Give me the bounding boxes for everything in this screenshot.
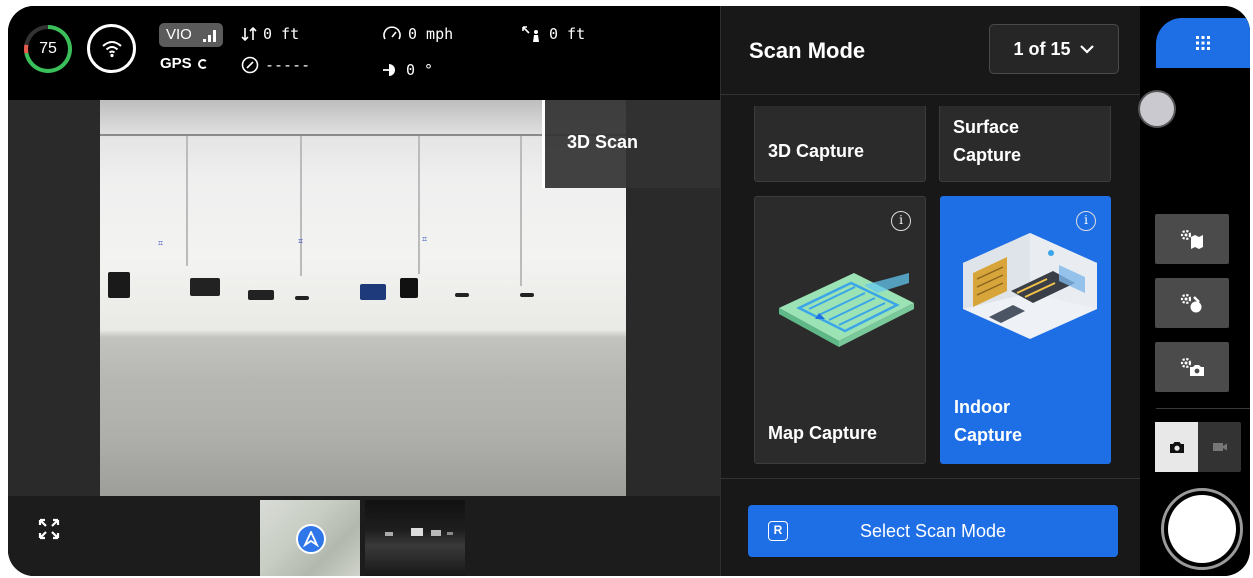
scan-card-3d-capture[interactable]: 3D Capture [754,106,926,182]
rail-divider [1156,408,1250,409]
photo-mode-button[interactable] [1155,422,1198,472]
heading-telemetry: ----- [241,56,310,74]
fiducial-marker: ⌗ [158,238,164,248]
gear-camera-icon [1180,357,1204,376]
control-rail [1140,6,1250,576]
camera-view-area: 75 VIO GPS 0 ft ----- 0 mph 0 ° 0 ft ⌗ ⌗… [8,6,720,576]
card-label: 3D Capture [768,141,865,161]
shutter-button[interactable] [1161,488,1243,570]
chevron-down-icon [1079,45,1094,54]
hanging-cable [418,136,420,274]
camera-icon [1169,442,1184,453]
gps-status: GPS [160,55,208,72]
scan-card-indoor-capture[interactable]: i Indoor Capture [940,196,1111,464]
speed-value: 0 mph [408,25,454,43]
drone-dock [360,284,386,300]
apps-menu-button[interactable] [1156,18,1250,68]
card-label: Map Capture [768,423,878,443]
location-arrow-icon [296,524,326,554]
vio-status-badge: VIO [159,23,223,47]
video-camera-icon [1212,443,1227,451]
gimbal-telemetry: 0 ° [382,61,433,79]
small-drone [520,293,534,297]
capture-mode-toggle[interactable] [1155,422,1241,472]
equipment-case [190,278,220,296]
hanging-cable [186,136,188,266]
video-mode-button[interactable] [1198,422,1241,472]
indoor-capture-illustration [962,233,1098,339]
page-selector-dropdown[interactable]: 1 of 15 [989,24,1119,74]
card-label: Surface Capture [953,113,1021,169]
up-down-arrows-icon [241,26,257,42]
scan-mode-panel: Scan Mode 1 of 15 3D Capture Surface Cap… [720,6,1141,576]
grid-icon [1196,36,1210,50]
card-label-line: Capture [953,145,1022,165]
fiducial-marker: ⌗ [422,234,428,244]
select-scan-mode-button[interactable]: R Select Scan Mode [748,505,1118,557]
gps-loading-icon [197,58,208,69]
card-label-line: Capture [954,425,1023,445]
secondary-camera-thumbnail[interactable] [365,500,465,576]
obstacle-settings-button[interactable] [1155,278,1229,328]
speedometer-icon [383,26,401,40]
slider-knob[interactable] [1140,92,1174,126]
heading-value: ----- [265,56,311,74]
fiducial-marker: ⌗ [298,236,304,246]
distance-telemetry: 0 ft [521,25,585,43]
equipment-box [400,278,418,298]
page-indicator: 1 of 15 [1013,38,1071,59]
info-icon[interactable]: i [1076,211,1096,231]
scan-card-map-capture[interactable]: i Map Capture [754,196,926,464]
card-label: Indoor Capture [954,393,1022,449]
gear-map-icon [1180,229,1203,249]
signal-bars-icon [203,30,216,42]
wifi-icon [101,40,122,57]
small-drone [295,296,309,300]
hanging-cable [300,136,302,276]
vio-label: VIO [166,26,192,43]
scan-mode-overlay-label: 3D Scan [542,100,720,188]
gimbal-value: 0 ° [406,61,434,79]
speed-telemetry: 0 mph [382,25,453,43]
map-thumbnail[interactable] [260,500,360,576]
navigation-arrow-icon [303,531,319,547]
map-capture-illustration [779,273,914,347]
card-label-line: Indoor [954,397,1010,417]
panel-title: Scan Mode [749,38,866,63]
vertical-value: 0 ft [263,25,300,43]
info-icon[interactable]: i [891,211,911,231]
small-drone [455,293,469,297]
battery-percent: 75 [39,40,57,57]
thermal-feed-preview [385,528,453,536]
distance-value: 0 ft [549,25,586,43]
wifi-signal-button[interactable] [87,24,136,73]
equipment-case [108,272,130,298]
gps-label: GPS [160,55,192,72]
header-divider [721,94,1141,95]
gear-obstacle-icon [1180,293,1202,313]
camera-settings-button[interactable] [1155,342,1229,392]
footer-divider [721,478,1141,479]
bottom-media-bar [8,496,720,576]
shutter-inner [1168,495,1236,563]
hanging-cable [520,136,522,286]
select-button-label: Select Scan Mode [859,520,1007,541]
telemetry-bar: 75 VIO GPS 0 ft ----- 0 mph 0 ° 0 ft [8,6,720,100]
vertical-telemetry: 0 ft [241,25,299,43]
card-label-line: Surface [953,117,1020,137]
equipment-case [248,290,274,300]
compass-icon [241,56,259,74]
expand-fullscreen-icon[interactable] [38,518,60,540]
scan-card-surface-capture[interactable]: Surface Capture [939,106,1111,182]
map-settings-button[interactable] [1155,214,1229,264]
drone-controller-screen: 75 VIO GPS 0 ft ----- 0 mph 0 ° 0 ft ⌗ ⌗… [8,6,1250,576]
battery-indicator[interactable]: 75 [24,25,72,73]
gimbal-icon [383,64,395,76]
drone-to-pilot-icon [522,26,539,42]
